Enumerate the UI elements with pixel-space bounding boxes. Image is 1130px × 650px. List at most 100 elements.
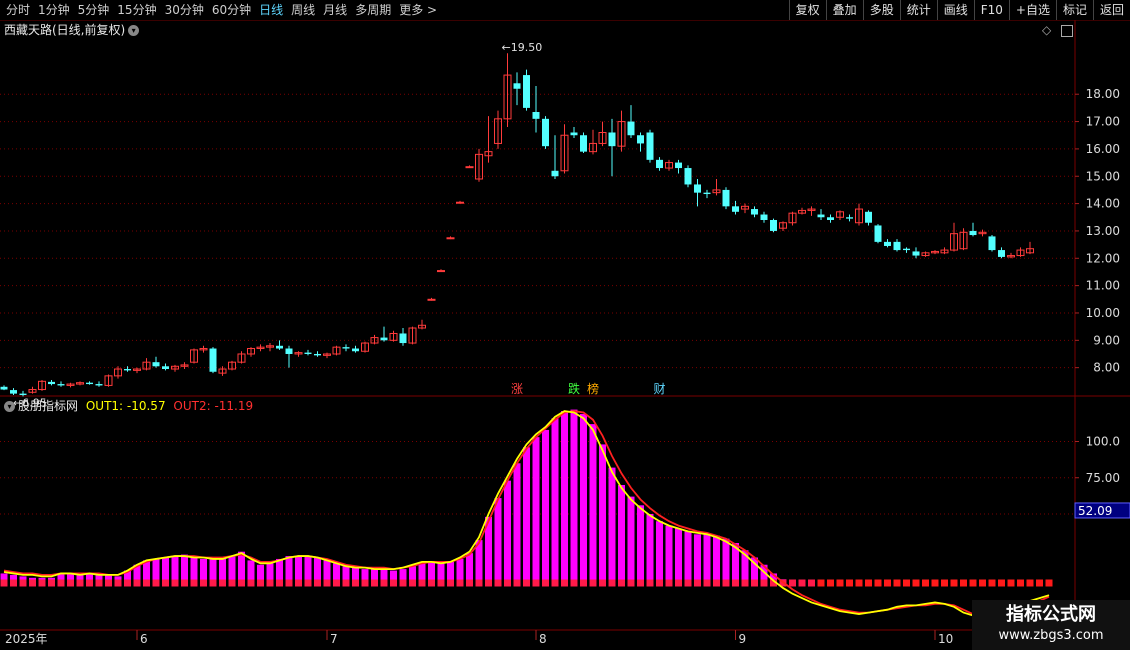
histogram-base	[523, 579, 530, 587]
tab-period-more[interactable]: 更多 >	[399, 2, 437, 18]
tab-period-5min[interactable]: 5分钟	[78, 2, 110, 18]
histogram-base	[561, 579, 568, 587]
candle-body-down	[817, 214, 825, 218]
candle-body-down	[580, 135, 587, 152]
zero-level-marker	[855, 579, 863, 587]
chart-area[interactable]: 18.00 17.00 16.00 15.00 14.00 13.00 12.00 11.00…	[0, 20, 1130, 650]
histogram-base	[200, 579, 207, 587]
histogram-base	[10, 579, 17, 587]
stock-title: 西藏天路(日线,前复权)	[4, 23, 126, 37]
toolbar: 分时 1分钟 5分钟 15分钟 30分钟 60分钟 日线 周线 月线 多周期 更…	[0, 0, 1130, 21]
tab-period-monthly[interactable]: 月线	[323, 2, 347, 18]
candle-body-down	[637, 135, 644, 144]
period-tabs: 分时 1分钟 5分钟 15分钟 30分钟 60分钟 日线 周线 月线 多周期 更…	[6, 2, 445, 18]
mark-button[interactable]: 标记	[1055, 0, 1093, 20]
chevron-down-icon[interactable]: ▾	[128, 25, 140, 36]
histogram-base	[304, 579, 312, 587]
candle-body-down	[827, 217, 834, 220]
zero-level-marker	[979, 579, 986, 587]
restore-rights-button[interactable]: 复权	[788, 0, 826, 20]
high-price-label: ←19.50	[502, 41, 543, 54]
histogram-base	[380, 579, 388, 587]
histogram-bar	[722, 538, 730, 587]
price-tick-label: 17.00	[1086, 115, 1120, 129]
event-marker: 跌	[568, 381, 580, 396]
back-button[interactable]: 返回	[1092, 0, 1130, 20]
chevron-down-icon[interactable]: ▾	[4, 401, 15, 412]
histogram-base	[732, 579, 739, 587]
histogram-base	[722, 579, 730, 587]
candle-body-down	[656, 159, 663, 169]
tab-period-1min[interactable]: 1分钟	[38, 2, 70, 18]
watermark-url: www.zbgs3.com	[998, 628, 1104, 643]
histogram-base	[580, 579, 587, 587]
tab-period-intraday[interactable]: 分时	[6, 2, 30, 18]
candle-body-down	[732, 206, 739, 212]
candle-body-down	[846, 217, 853, 219]
price-tick-label: 10.00	[1086, 306, 1120, 320]
histogram-base	[133, 579, 141, 587]
histogram-bar	[532, 437, 540, 587]
indicator-title: 股朋指标网	[18, 399, 79, 413]
zero-level-marker	[941, 579, 948, 587]
f10-button[interactable]: F10	[973, 0, 1009, 20]
histogram-bar	[665, 525, 673, 587]
x-tick-label: 7	[330, 632, 338, 646]
maximize-icon[interactable]	[1061, 24, 1074, 37]
histogram-base	[342, 579, 350, 587]
candle-body-down	[285, 348, 293, 354]
candle-body-down	[532, 111, 540, 119]
histogram-base	[760, 579, 768, 587]
candle-body-down	[10, 390, 17, 394]
tab-period-multi[interactable]: 多周期	[355, 2, 391, 18]
histogram-base	[570, 579, 578, 587]
candle-body-down	[703, 192, 711, 195]
main-panel-header: 西藏天路(日线,前复权) ▾	[4, 23, 140, 37]
candle-body-down	[969, 230, 977, 236]
histogram-bar	[589, 424, 597, 587]
histogram-base	[361, 579, 369, 587]
zero-level-marker	[817, 579, 825, 587]
histogram-bar	[703, 534, 711, 587]
zero-level-marker	[874, 579, 882, 587]
histogram-bar	[684, 531, 692, 587]
panel-controls: ◇	[1042, 23, 1074, 37]
zero-level-marker	[950, 579, 958, 587]
zero-level-marker	[893, 579, 901, 587]
histogram-base	[475, 579, 483, 587]
statistics-button[interactable]: 统计	[899, 0, 937, 20]
tab-period-daily[interactable]: 日线	[259, 2, 283, 18]
overlay-button[interactable]: 叠加	[825, 0, 863, 20]
draw-line-button[interactable]: 画线	[936, 0, 974, 20]
add-watchlist-button[interactable]: +自选	[1008, 0, 1056, 20]
candle-body-down	[86, 382, 93, 385]
candle-body-down	[0, 386, 8, 390]
candle-body-down	[998, 250, 1005, 257]
x-tick-label: 2025年	[5, 632, 48, 646]
histogram-base	[428, 579, 435, 587]
histogram-base	[95, 579, 103, 587]
tab-period-15min[interactable]: 15分钟	[117, 2, 156, 18]
histogram-base	[371, 579, 378, 587]
candle-body-up	[456, 201, 464, 204]
histogram-base	[637, 579, 644, 587]
indicator-tick-label: 100.0	[1086, 435, 1120, 449]
histogram-base	[798, 579, 806, 587]
candle-body-down	[57, 384, 65, 386]
tab-period-30min[interactable]: 30分钟	[165, 2, 204, 18]
histogram-bar	[523, 447, 530, 587]
histogram-base	[447, 579, 454, 587]
histogram-base	[542, 579, 549, 587]
histogram-base	[152, 579, 160, 587]
histogram-bar	[570, 409, 578, 587]
histogram-bar	[580, 413, 587, 587]
histogram-bar	[618, 485, 625, 587]
histogram-base	[57, 579, 65, 587]
histogram-base	[67, 579, 74, 587]
histogram-base	[618, 579, 625, 587]
tab-period-60min[interactable]: 60分钟	[212, 2, 251, 18]
diamond-icon[interactable]: ◇	[1042, 23, 1051, 37]
tab-period-weekly[interactable]: 周线	[291, 2, 315, 18]
candle-body-down	[988, 236, 996, 251]
multi-stock-button[interactable]: 多股	[862, 0, 900, 20]
